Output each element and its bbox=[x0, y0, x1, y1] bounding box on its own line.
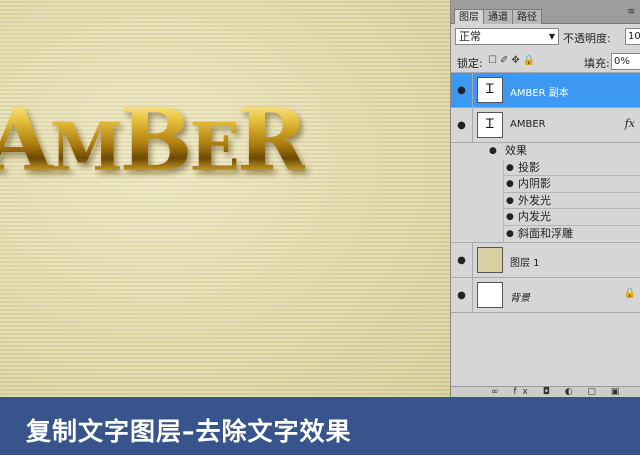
visibility-eye-icon[interactable]: ● bbox=[506, 193, 514, 209]
caption-text: 复制文字图层–去除文字效果 bbox=[26, 417, 352, 446]
type-layer-thumbnail-icon: Ꮖ bbox=[477, 112, 503, 138]
layers-panel: 图层 通道 路径 ≡ 正常 ▼ 不透明度: 100% 锁定: ☐✐✥🔒 填充: … bbox=[450, 0, 640, 407]
tab-channels[interactable]: 通道 bbox=[483, 9, 513, 24]
layer-amber-copy[interactable]: ● Ꮖ AMBER 副本 bbox=[451, 73, 640, 108]
document-canvas[interactable]: AMBER bbox=[0, 0, 450, 397]
effect-inner-shadow[interactable]: ● 内阴影 bbox=[503, 176, 640, 193]
fill-label: 填充: bbox=[584, 57, 610, 70]
effect-inner-glow[interactable]: ● 内发光 bbox=[503, 209, 640, 226]
visibility-eye-icon[interactable]: ● bbox=[451, 278, 473, 312]
panel-tabs: 图层 通道 路径 ≡ bbox=[451, 0, 640, 24]
layer-thumbnail bbox=[477, 282, 503, 308]
layer-1[interactable]: ● 图层 1 bbox=[451, 243, 640, 278]
blend-mode-value: 正常 bbox=[459, 30, 481, 43]
lock-fill-row: 锁定: ☐✐✥🔒 填充: 0% bbox=[451, 51, 640, 73]
tab-paths[interactable]: 路径 bbox=[512, 9, 542, 24]
fx-icon[interactable]: fx bbox=[625, 117, 635, 130]
lock-icon: 🔒 bbox=[623, 288, 636, 299]
visibility-eye-icon[interactable]: ● bbox=[451, 73, 473, 107]
amber-gold-text: AMBER bbox=[0, 98, 305, 184]
opacity-label: 不透明度: bbox=[563, 32, 611, 45]
type-layer-thumbnail-icon: Ꮖ bbox=[477, 77, 503, 103]
layer-name: 图层 1 bbox=[510, 258, 540, 269]
effects-header[interactable]: ● 效果 bbox=[451, 143, 640, 160]
layer-name: AMBER 副本 bbox=[510, 88, 569, 99]
visibility-eye-icon[interactable]: ● bbox=[489, 143, 497, 159]
layers-list: ● Ꮖ AMBER 副本 ● Ꮖ AMBER fx ● 效果 ● 投影 ● 内阴… bbox=[451, 73, 640, 313]
blend-opacity-row: 正常 ▼ 不透明度: 100% bbox=[451, 26, 640, 48]
tab-layers[interactable]: 图层 bbox=[454, 9, 484, 24]
effect-label: 内阴影 bbox=[518, 177, 551, 190]
effect-label: 外发光 bbox=[518, 193, 551, 207]
effect-outer-glow[interactable]: ● 外发光 bbox=[503, 192, 640, 209]
effect-label: 内发光 bbox=[518, 210, 551, 223]
fill-input[interactable]: 0% bbox=[611, 53, 640, 70]
visibility-eye-icon[interactable]: ● bbox=[451, 108, 473, 142]
caption-banner: 复制文字图层–去除文字效果 bbox=[0, 397, 640, 455]
lock-options-icons[interactable]: ☐✐✥🔒 bbox=[488, 55, 538, 66]
opacity-input[interactable]: 100% bbox=[625, 28, 640, 45]
visibility-eye-icon[interactable]: ● bbox=[506, 209, 514, 225]
effect-drop-shadow[interactable]: ● 投影 bbox=[503, 159, 640, 176]
effect-label: 投影 bbox=[518, 160, 540, 174]
layer-name: 背景 bbox=[510, 293, 530, 304]
visibility-eye-icon[interactable]: ● bbox=[506, 226, 514, 242]
effect-bevel-emboss[interactable]: ● 斜面和浮雕 bbox=[503, 225, 640, 242]
panel-menu-icon[interactable]: ≡ bbox=[627, 7, 635, 17]
layer-thumbnail bbox=[477, 247, 503, 273]
visibility-eye-icon[interactable]: ● bbox=[451, 243, 473, 277]
dropdown-arrow-icon: ▼ bbox=[548, 32, 555, 41]
effect-label: 斜面和浮雕 bbox=[518, 226, 573, 240]
visibility-eye-icon[interactable]: ● bbox=[506, 160, 514, 176]
layer-amber[interactable]: ● Ꮖ AMBER fx bbox=[451, 108, 640, 143]
panel-bottom-toolbar[interactable]: ∞ fx ◘ ◐ ▢ ▣ ▤ bbox=[451, 386, 640, 407]
visibility-eye-icon[interactable]: ● bbox=[506, 176, 514, 192]
lock-label: 锁定: bbox=[457, 57, 483, 70]
blend-mode-select[interactable]: 正常 ▼ bbox=[455, 28, 559, 45]
layer-background[interactable]: ● 背景 🔒 bbox=[451, 278, 640, 313]
layer-name: AMBER bbox=[510, 119, 546, 130]
layer-effects-list: ● 效果 ● 投影 ● 内阴影 ● 外发光 ● 内发光 ● 斜面和浮雕 bbox=[451, 143, 640, 243]
